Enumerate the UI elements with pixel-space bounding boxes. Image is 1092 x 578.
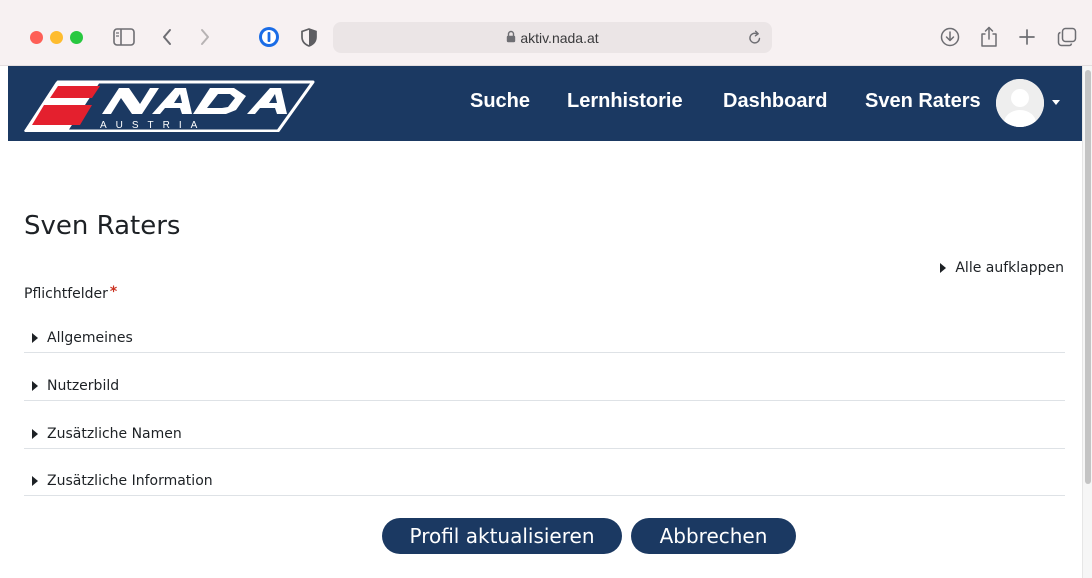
user-menu-name[interactable]: Sven Raters — [865, 90, 981, 113]
required-fields-label: Pflichtfelder — [24, 286, 108, 302]
section-label: Allgemeines — [47, 330, 133, 346]
scrollbar[interactable] — [1082, 66, 1092, 578]
collapsed-triangle-icon — [32, 381, 38, 391]
cancel-button[interactable]: Abbrechen — [631, 518, 796, 554]
page-title: Sven Raters — [24, 211, 181, 241]
avatar-icon[interactable] — [996, 79, 1044, 127]
minimize-window-button[interactable] — [50, 31, 63, 44]
maximize-window-button[interactable] — [70, 31, 83, 44]
nav-link-suche[interactable]: Suche — [470, 90, 530, 113]
site-navbar: AUSTRIA Suche Lernhistorie Dashboard Sve… — [8, 66, 1082, 141]
expand-all-link[interactable]: Alle aufklappen — [940, 260, 1064, 276]
reload-icon[interactable] — [748, 30, 762, 49]
shield-icon[interactable] — [298, 24, 320, 50]
section-nutzerbild[interactable]: Nutzerbild — [24, 375, 1065, 401]
address-bar[interactable]: aktiv.nada.at — [333, 22, 772, 53]
collapsed-triangle-icon — [32, 429, 38, 439]
back-icon[interactable] — [158, 24, 176, 50]
collapsed-triangle-icon — [32, 333, 38, 343]
collapsed-triangle-icon — [32, 476, 38, 486]
lock-icon — [506, 28, 516, 47]
chevron-down-icon[interactable] — [1052, 100, 1060, 105]
required-marker: * — [109, 284, 118, 300]
close-window-button[interactable] — [30, 31, 43, 44]
password-manager-icon[interactable] — [257, 24, 281, 50]
forward-icon[interactable] — [196, 24, 214, 50]
update-profile-button[interactable]: Profil aktualisieren — [382, 518, 622, 554]
section-zusaetzliche-namen[interactable]: Zusätzliche Namen — [24, 423, 1065, 449]
section-allgemeines[interactable]: Allgemeines — [24, 327, 1065, 353]
section-label: Nutzerbild — [47, 378, 120, 394]
share-icon[interactable] — [978, 24, 1000, 50]
section-label: Zusätzliche Namen — [47, 426, 182, 442]
required-fields-note: Pflichtfelder * — [24, 284, 117, 302]
svg-text:AUSTRIA: AUSTRIA — [100, 120, 206, 131]
tabs-overview-icon[interactable] — [1056, 24, 1078, 50]
nada-austria-logo[interactable]: AUSTRIA — [22, 74, 322, 136]
browser-toolbar: aktiv.nada.at — [0, 0, 1092, 66]
url-text: aktiv.nada.at — [520, 29, 599, 46]
section-label: Zusätzliche Information — [47, 473, 213, 489]
download-icon[interactable] — [938, 24, 962, 50]
section-zusaetzliche-information[interactable]: Zusätzliche Information — [24, 470, 1065, 496]
expand-triangle-icon — [940, 263, 947, 273]
expand-all-label: Alle aufklappen — [955, 260, 1064, 276]
nav-link-dashboard[interactable]: Dashboard — [723, 90, 827, 113]
new-tab-icon[interactable] — [1016, 24, 1038, 50]
scrollbar-thumb[interactable] — [1085, 70, 1091, 484]
nav-link-lernhistorie[interactable]: Lernhistorie — [567, 90, 683, 113]
sidebar-icon[interactable] — [112, 24, 136, 50]
